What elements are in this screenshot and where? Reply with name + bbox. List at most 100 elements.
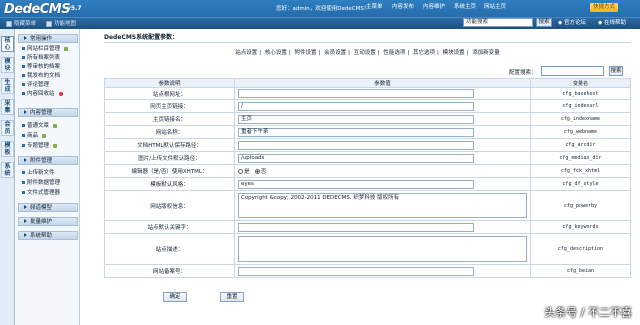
xhtml-radio-yes[interactable]: 是: [237, 169, 249, 175]
tab-member-settings[interactable]: 会员设置: [324, 50, 346, 56]
function-map-link[interactable]: 功能地图: [46, 20, 76, 28]
table-row: 主页链接名： 主页 cfg_indexname: [104, 112, 632, 126]
tab-templates[interactable]: 模板: [1, 141, 14, 157]
menu-item-file-manager[interactable]: 文件式管理器: [22, 190, 60, 197]
tab-core-settings[interactable]: 核心设置: [265, 50, 287, 56]
bullet-icon: [22, 134, 25, 137]
row-variable: cfg_beian: [529, 264, 632, 278]
menu-item-products[interactable]: 商品: [22, 133, 47, 140]
expand-arrow-icon: [24, 233, 27, 237]
add-icon[interactable]: [53, 143, 58, 148]
nav-main-menu[interactable]: 主菜单: [366, 3, 383, 12]
beian-input[interactable]: [237, 266, 474, 276]
table-row: 文档HTML默认保存路径： cfg_arcdir: [104, 138, 632, 152]
row-label: 编辑器（是/否）使用XHTML：: [104, 164, 235, 178]
confirm-button[interactable]: 确定: [163, 292, 187, 302]
config-search-label: 配置搜索：: [509, 70, 537, 76]
row-variable: cfg_df_style: [529, 177, 632, 191]
nav-content-publish[interactable]: 内容发布: [392, 3, 414, 12]
config-search-row: 配置搜索： 搜索: [104, 66, 631, 77]
tab-site-settings[interactable]: 站点设置: [235, 50, 257, 56]
df-style-input[interactable]: eyes: [237, 179, 474, 189]
tab-system[interactable]: 系统: [1, 162, 14, 178]
menu-group-attachments[interactable]: 附件管理: [18, 156, 78, 165]
add-icon[interactable]: [53, 123, 58, 128]
add-icon[interactable]: [64, 46, 69, 51]
menu-item-pending-review[interactable]: 等审核的档案: [22, 64, 60, 71]
basehost-input[interactable]: [237, 89, 474, 98]
reset-button[interactable]: 重置: [220, 292, 244, 302]
tab-attachment-settings[interactable]: 附件设置: [294, 50, 316, 56]
menu-group-common[interactable]: 常用操作: [18, 34, 78, 43]
tab-collect[interactable]: 采集: [1, 99, 14, 115]
row-label: 网站名称：: [104, 125, 235, 139]
indexurl-input[interactable]: /: [237, 101, 474, 111]
tab-other-options[interactable]: 其它选项: [413, 50, 435, 56]
indexname-input[interactable]: 主页: [237, 114, 474, 124]
menu-item-channel-manage[interactable]: 网站栏目管理: [22, 46, 69, 53]
menu-item-articles[interactable]: 普通文章: [22, 123, 58, 130]
online-help-link[interactable]: ◆ 在线帮助: [598, 19, 626, 27]
medias-dir-input[interactable]: /uploads: [237, 153, 474, 163]
menu-item-topics[interactable]: 专题管理: [22, 143, 58, 150]
nav-content-maintain[interactable]: 内容维护: [423, 3, 445, 12]
menu-item-recycle-bin[interactable]: 内容回收站: [22, 91, 63, 98]
hide-menu-link[interactable]: 隐藏菜单: [6, 20, 36, 28]
official-forum-link[interactable]: ◆ 官方论坛: [558, 19, 586, 27]
menu-item-upload-file[interactable]: 上传新文件: [22, 170, 55, 177]
menu-group-batch-maintain[interactable]: 批量维护: [18, 217, 78, 226]
row-label: 网页主页链接：: [104, 99, 235, 113]
menu-group-content[interactable]: 内容管理: [18, 108, 78, 117]
row-label: 图片/上传文件默认路径：: [104, 151, 235, 165]
tab-performance-options[interactable]: 性能选项: [383, 50, 405, 56]
tab-core[interactable]: 核心: [1, 36, 14, 52]
row-label: 站点默认关键字：: [104, 220, 235, 234]
left-tab-strip: 核心 模块 生成 采集 会员 模板 系统: [0, 29, 15, 325]
tab-interaction-settings[interactable]: 互动设置: [354, 50, 376, 56]
bullet-icon: [22, 144, 25, 147]
bullet-icon: [22, 56, 25, 59]
nav-website-home[interactable]: 网站主页: [484, 3, 506, 12]
menu-group-channel-models[interactable]: 频道模型: [18, 203, 78, 212]
xhtml-radio-no[interactable]: 否: [254, 169, 266, 175]
column-header-value: 参数值: [233, 78, 531, 88]
menu-item-my-documents[interactable]: 我发布的文档: [22, 73, 60, 80]
function-search-button[interactable]: 搜索: [536, 18, 552, 27]
bullet-icon: [22, 47, 25, 50]
table-row: 网站版权信息： Copyright &copy; 2002-2011 DEDEC…: [104, 190, 632, 221]
menu-group-system-help[interactable]: 系统帮助: [18, 231, 78, 240]
add-icon[interactable]: [42, 133, 47, 138]
config-search-input[interactable]: [541, 66, 604, 76]
description-textarea[interactable]: [237, 236, 527, 262]
menu-item-comments[interactable]: 评论管理: [22, 82, 49, 89]
arcdir-input[interactable]: [237, 140, 474, 150]
bullet-icon: [22, 124, 25, 127]
config-search-button[interactable]: 搜索: [609, 66, 623, 76]
tab-members[interactable]: 会员: [1, 120, 14, 136]
tab-modules[interactable]: 模块: [1, 57, 14, 73]
keywords-input[interactable]: [237, 222, 474, 232]
row-label: 文档HTML默认保存路径：: [104, 138, 235, 152]
left-menu: 常用操作 网站栏目管理 所有档案列表 等审核的档案 我发布的文档 评论管理 内容…: [16, 29, 80, 325]
bullet-icon: [22, 191, 25, 194]
powerby-textarea[interactable]: Copyright &copy; 2002-2011 DEDECMS. 织梦科技…: [237, 193, 527, 218]
table-row: 站点默认关键字： cfg_keywords: [104, 220, 632, 234]
webname-input[interactable]: 重者下午茶: [237, 127, 474, 137]
recycle-icon[interactable]: [58, 91, 63, 96]
table-row: 网站备案号： cfg_beian: [104, 264, 632, 278]
row-variable: cfg_indexname: [529, 112, 632, 126]
table-row: 站点描述： cfg_description: [104, 233, 632, 265]
tab-generate[interactable]: 生成: [1, 78, 14, 94]
quick-access-button[interactable]: 快捷方式: [590, 3, 619, 12]
menu-item-all-archives[interactable]: 所有档案列表: [22, 55, 60, 62]
tab-module-settings[interactable]: 模块设置: [443, 50, 465, 56]
tab-add-variable[interactable]: 添加新变量: [472, 50, 500, 56]
bullet-icon: [22, 74, 25, 77]
watermark-text: 头条号 / 不二不喜: [544, 306, 632, 319]
function-search-input[interactable]: 功能搜索: [463, 18, 533, 27]
bullet-icon: [22, 92, 25, 95]
nav-system-home[interactable]: 系统主页: [454, 3, 476, 12]
dedecms-logo: DedeCMS: [4, 2, 71, 17]
row-variable: cfg_indexurl: [529, 99, 632, 113]
menu-item-attachment-data[interactable]: 附件数据管理: [22, 180, 60, 187]
